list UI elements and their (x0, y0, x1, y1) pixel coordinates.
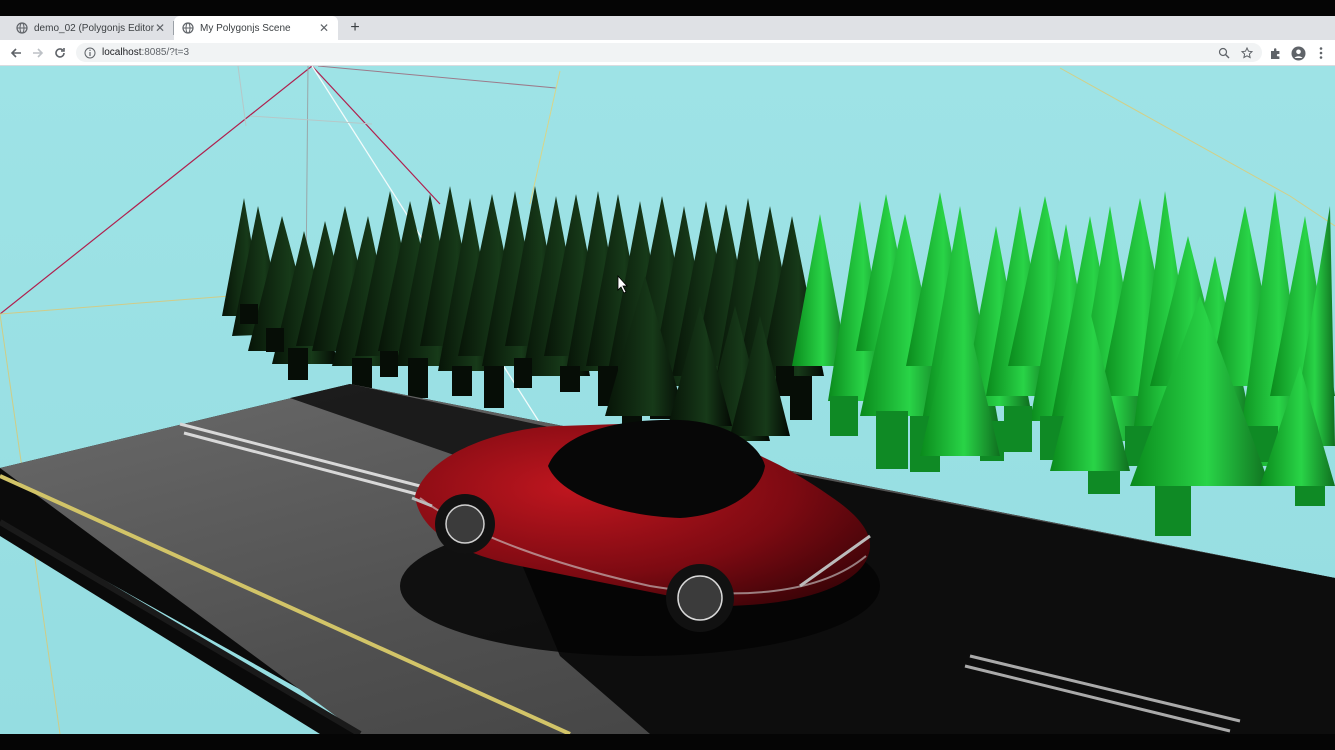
globe-icon (182, 22, 194, 34)
plus-icon: + (350, 19, 360, 36)
forward-arrow-icon (33, 48, 44, 58)
browser-toolbar: localhost:8085/?t=3 (0, 40, 1335, 66)
new-tab-button[interactable]: + (344, 16, 366, 40)
url-host: localhost (102, 47, 142, 58)
reload-button[interactable] (51, 44, 69, 62)
tab-scene[interactable]: My Polygonjs Scene ✕ (174, 16, 338, 40)
profile-button[interactable] (1289, 44, 1307, 62)
bookmark-button[interactable] (1241, 43, 1253, 62)
kebab-menu-icon (1319, 47, 1323, 59)
puzzle-extension-icon (1270, 47, 1279, 59)
tab-title: demo_02 (Polygonjs Editor) (34, 22, 154, 34)
star-icon (1241, 46, 1253, 58)
extensions-button[interactable] (1266, 44, 1284, 62)
back-button[interactable] (7, 44, 25, 62)
scene-render (0, 66, 1335, 734)
tab-strip: demo_02 (Polygonjs Editor) ✕ My Polygonj… (0, 16, 1335, 40)
back-arrow-icon (10, 48, 21, 58)
close-icon[interactable]: ✕ (154, 21, 166, 35)
close-icon[interactable]: ✕ (318, 21, 330, 35)
top-letterbox (0, 0, 1335, 16)
bottom-letterbox (0, 734, 1335, 750)
tab-editor[interactable]: demo_02 (Polygonjs Editor) ✕ (8, 16, 174, 40)
zoom-button[interactable] (1218, 43, 1230, 62)
profile-icon (1291, 46, 1305, 60)
menu-button[interactable] (1312, 44, 1330, 62)
globe-icon (16, 22, 28, 34)
address-bar[interactable]: localhost:8085/?t=3 (76, 43, 1262, 62)
url-path: :8085/?t=3 (141, 47, 190, 58)
forward-button[interactable] (29, 44, 47, 62)
reload-icon (55, 48, 65, 58)
screen: demo_02 (Polygonjs Editor) ✕ My Polygonj… (0, 0, 1335, 750)
tab-title: My Polygonjs Scene (200, 22, 291, 34)
info-icon[interactable] (84, 47, 96, 59)
url-text: localhost:8085/?t=3 (102, 47, 189, 58)
webgl-canvas[interactable] (0, 66, 1335, 734)
zoom-icon (1218, 47, 1230, 58)
